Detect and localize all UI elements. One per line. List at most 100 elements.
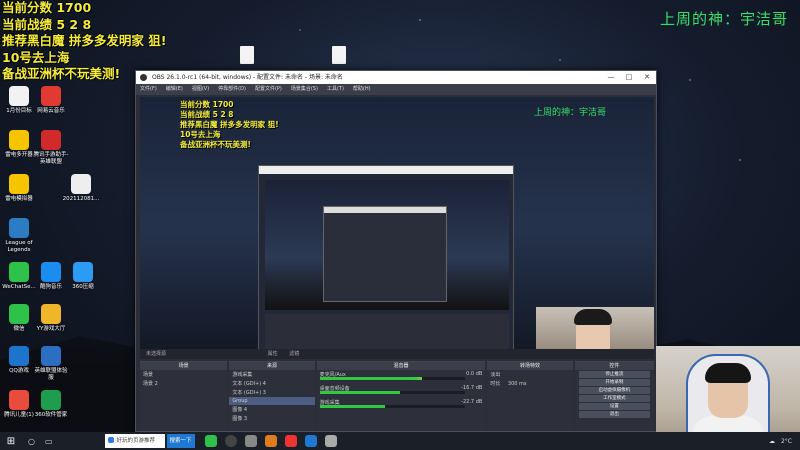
ldplayer-icon [9, 174, 29, 194]
controls-panel: 控件 停止推流 开始录制 启动虚拟摄像机 工作室模式 设置 退出 [574, 361, 655, 431]
source-toolbar: 未选择源 属性 滤镜 [140, 349, 654, 359]
transition-duration: 时长 300 ms [487, 379, 572, 388]
menu-docks[interactable]: 停靠部件(D) [218, 84, 246, 95]
duration-label: 时长 [490, 381, 501, 387]
overlay-line: 10号去上海 [2, 49, 70, 65]
search-icon[interactable]: ○ [28, 437, 35, 446]
source-item[interactable]: 文本 (GDI+) 3 [229, 388, 314, 397]
mixer-header: 混音器 [316, 362, 486, 370]
file-icon [9, 86, 29, 106]
start-recording-button[interactable]: 开始录制 [578, 379, 651, 386]
scene-item[interactable]: 场景 [140, 370, 227, 379]
meter-mask [421, 377, 466, 380]
volume-meter[interactable] [319, 377, 466, 380]
mixer-panel: 混音器 麦克风/Aux 0.0 dB 桌面音频设备 -16.7 dB 游戏采集 … [316, 361, 486, 431]
meter-mask [385, 405, 466, 408]
desktop-icon[interactable]: 360压缩 [64, 262, 102, 291]
archive-icon [73, 262, 93, 282]
stop-streaming-button[interactable]: 停止推流 [578, 371, 651, 378]
app-icon[interactable] [324, 435, 337, 447]
nested-titlebar [324, 207, 446, 213]
software-manager-icon [41, 390, 61, 410]
volume-meter[interactable] [319, 391, 466, 394]
desktop-icon[interactable]: 英雄联盟体验服 [32, 346, 70, 381]
ldplayer-multi-icon [9, 130, 29, 150]
streamer-head [705, 363, 751, 418]
obs-titlebar[interactable]: OBS 26.1.0-rc1 (64-bit, windows) - 配置文件:… [136, 71, 656, 84]
obs-dock-panels: 场景 场景 场景 2 来源 游戏采集 文本 (GDI+) 4 文本 (GDI+)… [140, 361, 655, 431]
filters-button[interactable]: 滤镜 [289, 351, 299, 357]
task-view-icon[interactable]: ▭ [45, 437, 53, 446]
taskbar-search-input[interactable]: 好玩的页游推荐 [104, 434, 165, 448]
transition-select[interactable]: 淡出 [487, 370, 572, 379]
settings-button[interactable]: 设置 [578, 403, 651, 410]
scene-item[interactable]: 场景 2 [140, 379, 227, 388]
weather-temp: 2°C [780, 437, 792, 445]
desktop-icon[interactable]: 雷电模拟器 [0, 174, 38, 203]
desktop-icon[interactable]: 腾讯手游助手-英雄联盟 [32, 130, 70, 165]
windows-start-icon[interactable]: ⊞ [0, 436, 22, 447]
exit-button[interactable]: 退出 [578, 411, 651, 418]
preview-overlay-line: 当前战绩 5 2 8 [180, 110, 234, 119]
mixer-track: 游戏采集 -22.7 dB [317, 398, 486, 412]
mixer-track: 麦克风/Aux 0.0 dB [317, 370, 486, 384]
taskbar-search-button[interactable]: 搜索一下 [166, 434, 195, 448]
duration-input[interactable]: 300 ms [508, 381, 527, 387]
netease-music-icon [41, 86, 61, 106]
overlay-line: 推荐黑白魔 拼多多发明家 狙! [2, 33, 167, 48]
close-icon[interactable]: ✕ [638, 71, 656, 84]
menu-help[interactable]: 帮助(H) [353, 84, 371, 95]
window-title: OBS 26.1.0-rc1 (64-bit, windows) - 配置文件:… [152, 74, 343, 81]
desktop-icon[interactable]: League of Legends [0, 218, 38, 253]
preview-overlay-title: 上周的神：宇洁哥 [533, 108, 606, 118]
wechat-icon[interactable] [204, 435, 217, 447]
desktop-icon[interactable]: YY游戏大厅 [32, 304, 70, 333]
menu-file[interactable]: 文件(F) [140, 84, 157, 95]
menu-view[interactable]: 视图(V) [192, 84, 209, 95]
nested-obs-capture [258, 165, 514, 359]
taskbar: ⊞ ○ ▭ 好玩的页游推荐 搜索一下 ☁ 2°C [0, 432, 800, 450]
app-icon[interactable] [244, 435, 257, 447]
obs-logo-icon [140, 74, 147, 81]
desktop-file-icon[interactable] [320, 46, 358, 66]
qq-game-icon [9, 346, 29, 366]
desktop-icon[interactable]: 202112081... [62, 174, 100, 203]
menu-scene-collection[interactable]: 场景集合(S) [291, 84, 318, 95]
kugou-icon [41, 262, 61, 282]
desktop-icon[interactable]: 360软件管家 [32, 390, 70, 419]
source-item[interactable]: 图像 3 [229, 414, 314, 423]
obs-window[interactable]: OBS 26.1.0-rc1 (64-bit, windows) - 配置文件:… [135, 70, 657, 432]
mixer-track: 桌面音频设备 -16.7 dB [317, 384, 486, 398]
stream-overlay-title: 上周的神：宇洁哥 [659, 10, 788, 28]
menu-tools[interactable]: 工具(T) [327, 84, 344, 95]
source-item[interactable]: Group [229, 397, 315, 405]
track-db: 0.0 dB [466, 371, 483, 377]
source-item[interactable]: 文本 (GDI+) 4 [229, 379, 314, 388]
folder-icon[interactable] [304, 435, 317, 447]
meter-mask [399, 391, 466, 394]
browser-icon[interactable] [284, 435, 297, 447]
desktop-icon[interactable]: 网易云音乐 [32, 86, 70, 115]
maximize-icon[interactable]: □ [620, 71, 638, 84]
preview-overlay-line: 10号去上海 [180, 130, 221, 139]
source-item[interactable]: 图像 4 [229, 405, 314, 414]
desktop-file-icon[interactable] [228, 46, 266, 66]
obs-preview[interactable]: 当前分数 1700 当前战绩 5 2 8 推荐黑白魔 拼多多发明家 狙! 10号… [140, 97, 654, 359]
preview-overlay-line: 当前分数 1700 [180, 100, 234, 109]
league-of-legends-icon [9, 218, 29, 238]
menu-profile[interactable]: 配置文件(P) [255, 84, 282, 95]
virtual-camera-button[interactable]: 启动虚拟摄像机 [578, 387, 651, 394]
minimize-icon[interactable]: — [602, 71, 620, 84]
obs-icon[interactable] [224, 435, 237, 447]
weather-icon[interactable]: ☁ [769, 438, 775, 445]
obs-menubar: 文件(F) 编辑(E) 视图(V) 停靠部件(D) 配置文件(P) 场景集合(S… [136, 84, 656, 95]
nested-obs-capture-inner [323, 206, 447, 302]
volume-meter[interactable] [319, 405, 466, 408]
sources-header: 来源 [229, 362, 315, 370]
menu-edit[interactable]: 编辑(E) [166, 84, 183, 95]
nested-preview [265, 180, 509, 310]
studio-mode-button[interactable]: 工作室模式 [578, 395, 651, 402]
properties-button[interactable]: 属性 [268, 351, 278, 357]
source-item[interactable]: 游戏采集 [229, 370, 314, 379]
game-icon[interactable] [264, 435, 277, 447]
